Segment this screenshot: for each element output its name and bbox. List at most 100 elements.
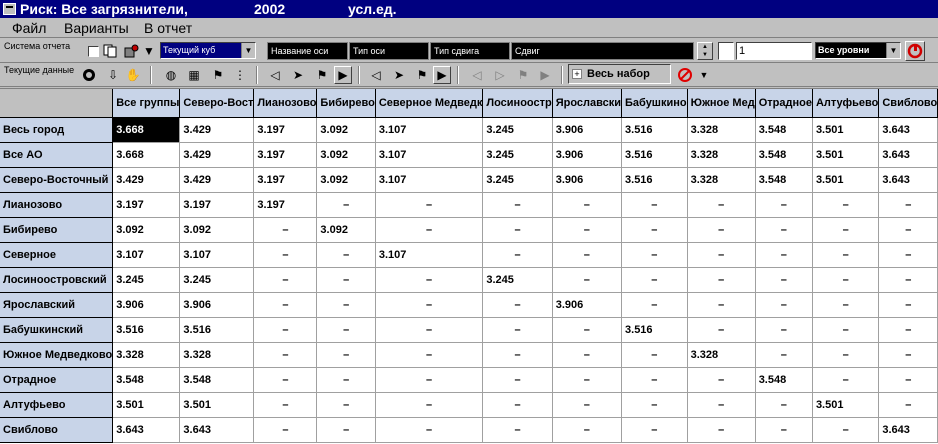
flag-icon[interactable]: ⚑ — [514, 66, 532, 84]
grid-cell[interactable]: – — [812, 192, 880, 218]
grid-cell[interactable]: 3.643 — [878, 117, 938, 143]
grid-cell[interactable]: 3.328 — [687, 117, 756, 143]
grid-cell[interactable]: – — [253, 217, 318, 243]
grid-cell[interactable]: 3.429 — [179, 167, 255, 193]
column-header[interactable]: Бабушкино — [621, 89, 688, 118]
grid-cell[interactable]: – — [621, 342, 688, 368]
globe-icon[interactable]: ◍ — [162, 66, 180, 84]
set-selector[interactable]: + Весь набор — [568, 64, 671, 84]
calculator-icon[interactable]: ▦ — [185, 66, 203, 84]
grid-cell[interactable]: – — [687, 367, 756, 393]
grid-cell[interactable]: – — [552, 317, 623, 343]
grid-cell[interactable]: – — [878, 367, 938, 393]
grid-cell[interactable]: 3.092 — [112, 217, 181, 243]
grid-cell[interactable]: – — [755, 392, 813, 418]
grid-cell[interactable]: – — [552, 217, 623, 243]
grid-cell[interactable]: 3.245 — [482, 167, 553, 193]
grid-cell[interactable]: 3.501 — [812, 142, 880, 168]
grid-cell[interactable]: – — [482, 392, 553, 418]
grid-cell[interactable]: – — [687, 292, 756, 318]
grid-cell[interactable]: – — [552, 367, 623, 393]
grid-cell[interactable]: 3.643 — [179, 417, 255, 443]
grid-cell[interactable]: – — [755, 292, 813, 318]
column-header[interactable]: Все группы — [112, 89, 181, 118]
grid-cell[interactable]: – — [482, 342, 553, 368]
row-header[interactable]: Все АО — [0, 142, 114, 168]
grid-cell[interactable]: 3.668 — [112, 142, 181, 168]
grid-cell[interactable]: – — [375, 392, 484, 418]
grid-cell[interactable]: – — [755, 192, 813, 218]
grid-cell[interactable]: – — [316, 417, 376, 443]
grid-cell[interactable]: – — [552, 417, 623, 443]
shift-spinner[interactable]: ▲ ▼ — [697, 42, 713, 60]
grid-cell[interactable]: 3.328 — [687, 142, 756, 168]
play-icon[interactable]: ▶ — [536, 66, 554, 84]
row-header[interactable]: Ярославский — [0, 292, 114, 318]
grid-cell[interactable]: 3.548 — [755, 367, 813, 393]
grid-cell[interactable]: 3.107 — [112, 242, 181, 268]
grid-cell[interactable]: – — [812, 342, 880, 368]
grid-cell[interactable]: 3.516 — [621, 142, 688, 168]
grid-cell[interactable]: 3.643 — [878, 417, 938, 443]
grid-cell[interactable]: – — [687, 192, 756, 218]
grid-cell[interactable]: 3.107 — [375, 117, 484, 143]
grid-cell[interactable]: – — [253, 242, 318, 268]
grid-cell[interactable]: – — [316, 242, 376, 268]
grid-cell[interactable]: – — [812, 242, 880, 268]
grid-cell[interactable]: 3.328 — [687, 342, 756, 368]
grid-cell[interactable]: 3.501 — [179, 392, 255, 418]
flag-icon[interactable]: ⚑ — [413, 66, 431, 84]
grid-cell[interactable]: 3.245 — [179, 267, 255, 293]
shift-value-input[interactable]: 1 — [736, 42, 812, 60]
play-icon[interactable]: ▶ — [433, 66, 451, 84]
row-header[interactable]: Лианозово — [0, 192, 114, 218]
grid-cell[interactable]: – — [253, 392, 318, 418]
refresh-icon[interactable] — [905, 41, 925, 61]
grid-cell[interactable]: 3.501 — [812, 167, 880, 193]
menu-variants[interactable]: Варианты — [62, 19, 131, 37]
row-header[interactable]: Весь город — [0, 117, 114, 143]
grid-cell[interactable]: – — [253, 417, 318, 443]
grid-cell[interactable]: 3.501 — [812, 117, 880, 143]
grid-cell[interactable]: – — [316, 317, 376, 343]
grid-cell[interactable]: – — [316, 292, 376, 318]
arrow-left-outline-icon[interactable]: ◁ — [468, 66, 486, 84]
grid-cell[interactable]: – — [755, 242, 813, 268]
grid-cell[interactable]: 3.328 — [112, 342, 181, 368]
grid-cell[interactable]: – — [316, 367, 376, 393]
grid-cell[interactable]: – — [482, 367, 553, 393]
column-header[interactable]: Северное Медведк — [375, 89, 484, 118]
report-system-checkbox[interactable] — [88, 46, 99, 57]
grid-cell[interactable]: – — [375, 267, 484, 293]
grid-cell[interactable]: – — [621, 292, 688, 318]
grid-cell[interactable]: – — [687, 392, 756, 418]
row-header[interactable]: Отрадное — [0, 367, 114, 393]
grid-cell[interactable]: – — [253, 267, 318, 293]
grid-cell[interactable]: 3.092 — [316, 117, 376, 143]
column-header[interactable]: Южное Мед — [687, 89, 756, 118]
grid-cell[interactable]: 3.245 — [482, 142, 553, 168]
grid-cell[interactable]: 3.328 — [179, 342, 255, 368]
record-icon[interactable] — [80, 66, 98, 84]
grid-cell[interactable]: 3.107 — [375, 242, 484, 268]
grid-cell[interactable]: – — [482, 217, 553, 243]
grid-cell[interactable]: – — [482, 192, 553, 218]
grid-cell[interactable]: – — [316, 342, 376, 368]
grid-cell[interactable]: 3.107 — [375, 167, 484, 193]
arrow-left-outline-icon[interactable]: ◁ — [266, 66, 284, 84]
grid-cell[interactable]: 3.548 — [755, 167, 813, 193]
column-header[interactable]: Лосиноостр — [482, 89, 553, 118]
arrow-right-filled-icon[interactable]: ➤ — [289, 66, 307, 84]
arrow-right-outline-icon[interactable]: ▷ — [491, 66, 509, 84]
grid-cell[interactable]: 3.906 — [552, 292, 623, 318]
grid-cell[interactable]: – — [552, 192, 623, 218]
grid-cell[interactable]: – — [687, 317, 756, 343]
grid-cell[interactable]: 3.906 — [552, 142, 623, 168]
grid-cell[interactable]: – — [621, 392, 688, 418]
grid-cell[interactable]: – — [375, 217, 484, 243]
system-menu-icon[interactable] — [3, 3, 16, 15]
grid-cell[interactable]: 3.197 — [253, 142, 318, 168]
grid-cell[interactable]: – — [375, 317, 484, 343]
column-header[interactable]: Алтуфьево — [812, 89, 880, 118]
row-header[interactable]: Лосиноостровский — [0, 267, 114, 293]
